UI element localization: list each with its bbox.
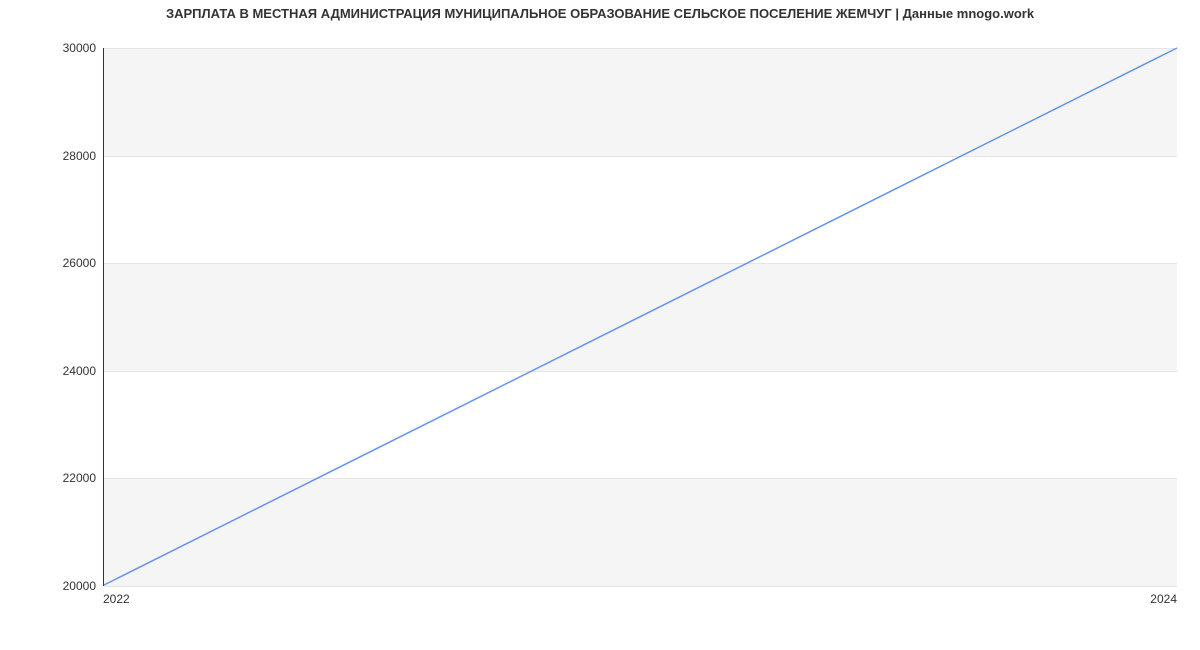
- y-tick-label: 30000: [36, 41, 96, 55]
- y-tick-label: 20000: [36, 579, 96, 593]
- y-tick-label: 28000: [36, 149, 96, 163]
- y-tick-label: 24000: [36, 364, 96, 378]
- chart-line-svg: [104, 48, 1177, 585]
- chart-title: ЗАРПЛАТА В МЕСТНАЯ АДМИНИСТРАЦИЯ МУНИЦИП…: [0, 6, 1200, 21]
- y-tick-label: 22000: [36, 471, 96, 485]
- data-line: [104, 48, 1177, 585]
- y-tick-label: 26000: [36, 256, 96, 270]
- plot-area: [103, 48, 1177, 586]
- x-tick-label: 2022: [103, 592, 130, 606]
- x-tick-label: 2024: [1150, 592, 1177, 606]
- grid-line: [104, 586, 1177, 587]
